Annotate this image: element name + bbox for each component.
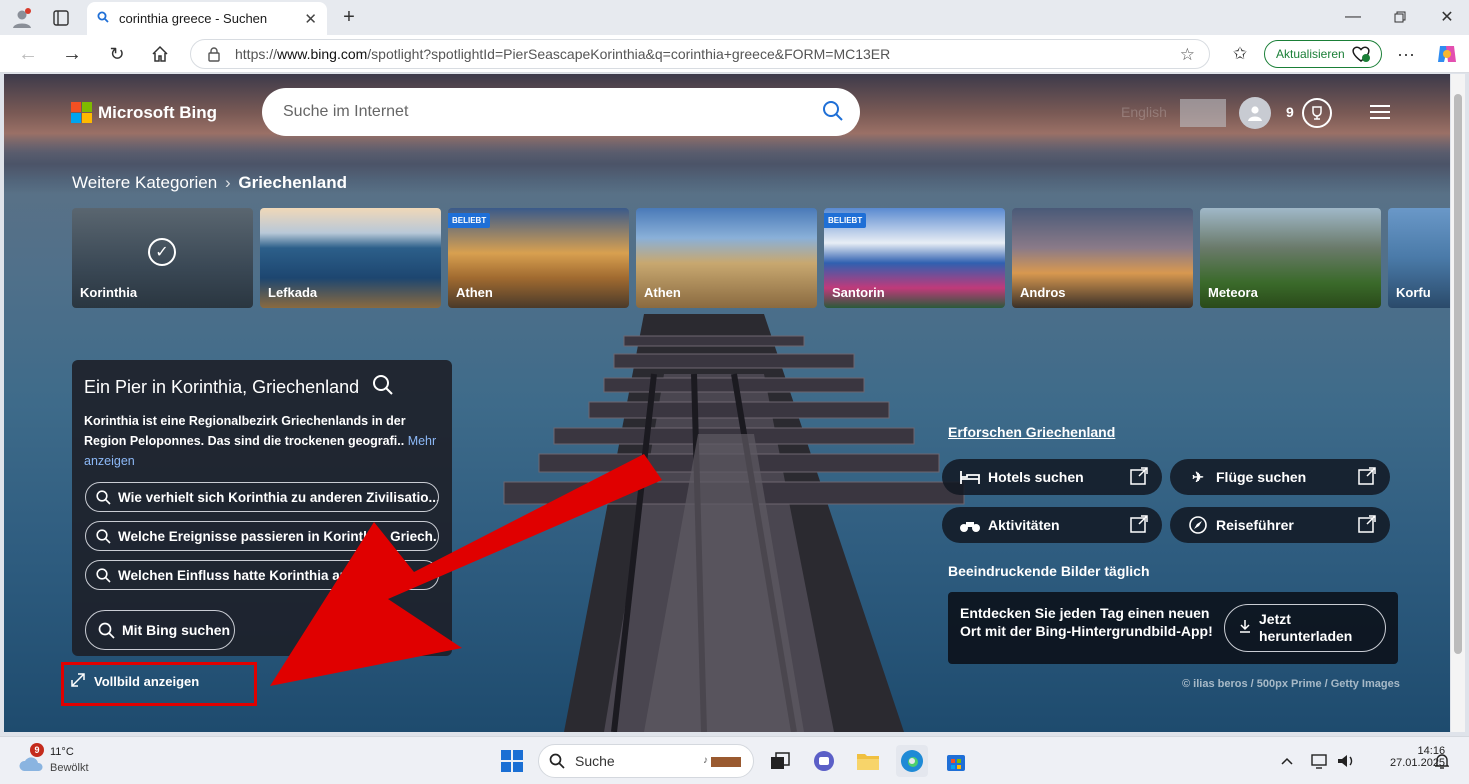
weather-temp: 11°C — [50, 746, 74, 758]
back-icon[interactable]: ← — [16, 43, 40, 65]
cloud-icon — [18, 755, 46, 778]
task-view-icon[interactable] — [764, 745, 796, 777]
tab-actions-icon[interactable] — [50, 7, 72, 29]
tab-title: corinthia greece - Suchen — [119, 11, 268, 26]
more-options-icon[interactable]: ··· — [1394, 43, 1418, 65]
file-explorer-icon[interactable] — [852, 745, 884, 777]
taskbar: 9 11°C Bewölkt Suche ♪ 14:16 27.01.2025 — [0, 736, 1469, 784]
scrollbar-thumb[interactable] — [1454, 94, 1462, 654]
new-tab-icon[interactable]: + — [338, 6, 360, 28]
url-host: www.bing.com — [277, 46, 368, 62]
forward-icon[interactable]: → — [60, 43, 84, 65]
url-prefix: https:// — [235, 46, 278, 62]
tab-active[interactable]: corinthia greece - Suchen ✕ — [87, 2, 327, 35]
update-button[interactable]: Aktualisieren — [1264, 40, 1382, 68]
heart-pulse-icon — [1351, 45, 1371, 66]
close-window-icon[interactable]: ✕ — [1436, 6, 1458, 28]
search-highlight-icon: ♪ — [701, 751, 745, 776]
url-rest: /spotlight?spotlightId=PierSeascapeKorin… — [367, 46, 891, 62]
svg-text:♪: ♪ — [703, 755, 708, 766]
weather-widget[interactable]: 9 11°C Bewölkt — [14, 743, 104, 779]
taskbar-search[interactable]: Suche ♪ — [538, 744, 754, 778]
search-icon — [549, 753, 565, 772]
favorite-star-icon[interactable]: ☆ — [1180, 45, 1195, 65]
close-tab-icon[interactable]: ✕ — [304, 10, 317, 28]
home-icon[interactable] — [148, 43, 172, 65]
restore-icon[interactable] — [1389, 6, 1411, 28]
address-bar: ← → ↻ https://www.bing.com/spotlight?spo… — [0, 35, 1469, 73]
taskbar-search-label: Suche — [575, 753, 615, 769]
bing-spotlight-page: Microsoft Bing Suche im Internet English… — [4, 74, 1450, 732]
edge-icon[interactable] — [896, 745, 928, 777]
notifications-bell-icon[interactable] — [1430, 745, 1454, 777]
tray-chevron-icon[interactable] — [1272, 745, 1302, 777]
bing-search-favicon-icon — [97, 10, 109, 28]
minimize-icon[interactable]: — — [1342, 6, 1364, 28]
volume-icon[interactable] — [1332, 745, 1360, 777]
reload-icon[interactable]: ↻ — [105, 43, 129, 65]
url-field[interactable]: https://www.bing.com/spotlight?spotlight… — [190, 39, 1210, 69]
update-label: Aktualisieren — [1276, 47, 1345, 61]
red-arrow-annotation — [270, 454, 662, 686]
lock-icon[interactable] — [207, 46, 221, 65]
weather-desc: Bewölkt — [50, 762, 89, 774]
favorites-icon[interactable]: ✩ — [1228, 43, 1252, 65]
profile-icon[interactable] — [10, 6, 34, 30]
store-icon[interactable] — [940, 745, 972, 777]
scrollbar[interactable] — [1451, 74, 1465, 732]
teams-icon[interactable] — [808, 745, 840, 777]
tab-bar: corinthia greece - Suchen ✕ + — ✕ — [0, 0, 1469, 35]
weather-badge: 9 — [30, 743, 44, 757]
highlight-box — [61, 662, 257, 706]
start-icon[interactable] — [496, 745, 528, 777]
network-icon[interactable] — [1306, 745, 1334, 777]
copilot-icon[interactable] — [1434, 41, 1460, 67]
